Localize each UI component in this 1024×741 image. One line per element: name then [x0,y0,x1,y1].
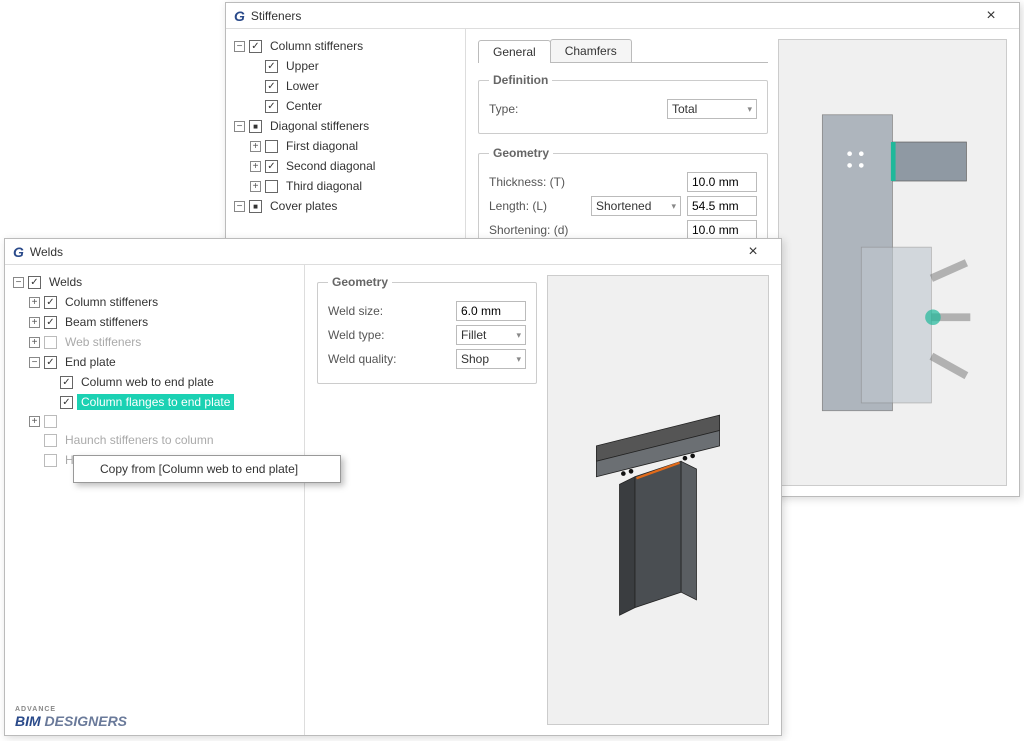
checkbox[interactable] [44,356,57,369]
checkbox[interactable] [28,276,41,289]
checkbox-disabled [44,434,57,447]
expand-icon[interactable]: + [29,416,40,427]
length-label: Length: (L) [489,199,585,213]
weld-geometry-legend: Geometry [328,275,392,289]
welds-tree: − Welds + Column stiffeners + Beam stiffen… [5,265,305,735]
welds-title: Welds [30,245,733,259]
tab-general[interactable]: General [478,40,551,63]
definition-legend: Definition [489,73,552,87]
weld-size-label: Weld size: [328,304,450,318]
welds-window: G Welds × − Welds + Column stiffeners + Be… [4,238,782,736]
expand-icon[interactable]: + [250,141,261,152]
checkbox-disabled [44,454,57,467]
type-label: Type: [489,102,661,116]
shortening-input[interactable] [687,220,757,240]
checkbox[interactable] [44,316,57,329]
checkbox[interactable] [265,100,278,113]
tree-item-end-plate[interactable]: End plate [61,354,120,370]
checkbox-disabled [44,415,57,428]
weld-type-select[interactable]: Fillet [456,325,526,345]
welds-preview[interactable] [547,275,769,725]
checkbox[interactable] [44,296,57,309]
tab-chamfers[interactable]: Chamfers [550,39,632,62]
tree-item-blank [61,421,69,423]
tree-item-column-stiffeners[interactable]: Column stiffeners [266,38,367,54]
expand-icon[interactable]: + [29,297,40,308]
checkbox[interactable] [265,60,278,73]
thickness-input[interactable] [687,172,757,192]
preview-3d-icon [581,343,735,657]
tree-item-cover-plates[interactable]: Cover plates [266,198,341,214]
stiffeners-title: Stiffeners [251,9,971,23]
close-icon[interactable]: × [971,7,1011,25]
context-menu: Copy from [Column web to end plate] [73,455,341,483]
tree-item-col-flanges-to-end-plate[interactable]: Column flanges to end plate [77,394,234,410]
brand-logo: ADVANCE BIM DESIGNERS [15,706,127,729]
checkbox[interactable] [60,396,73,409]
checkbox[interactable] [265,140,278,153]
checkbox[interactable] [265,180,278,193]
tree-item-col-web-to-end-plate[interactable]: Column web to end plate [77,374,218,390]
welds-right-pane: Geometry Weld size: Weld type: Fillet We… [305,265,781,735]
collapse-icon[interactable]: − [13,277,24,288]
weld-quality-label: Weld quality: [328,352,450,366]
welds-titlebar: G Welds × [5,239,781,265]
weld-quality-select[interactable]: Shop [456,349,526,369]
preview-3d-icon [813,107,972,419]
tree-item-web-stiffeners: Web stiffeners [61,334,145,350]
weld-type-label: Weld type: [328,328,450,342]
tree-item-beam-stiffeners[interactable]: Beam stiffeners [61,314,152,330]
weld-geometry-group: Geometry Weld size: Weld type: Fillet We… [317,275,537,384]
expand-icon[interactable]: + [250,181,261,192]
expand-icon[interactable]: + [29,317,40,328]
tree-item-third-diagonal[interactable]: Third diagonal [282,178,366,194]
shortening-label: Shortening: (d) [489,223,681,237]
collapse-icon[interactable]: − [29,357,40,368]
collapse-icon[interactable]: − [234,41,245,52]
app-icon: G [13,244,24,260]
thickness-label: Thickness: (T) [489,175,681,189]
stiffeners-titlebar: G Stiffeners × [226,3,1019,29]
tree-item-first-diagonal[interactable]: First diagonal [282,138,362,154]
weld-size-input[interactable] [456,301,526,321]
checkbox[interactable] [265,80,278,93]
tree-item-column-stiffeners[interactable]: Column stiffeners [61,294,162,310]
app-icon: G [234,8,245,24]
definition-group: Definition Type: Total [478,73,768,134]
tree-item-center[interactable]: Center [282,98,326,114]
length-input[interactable] [687,196,757,216]
tree-item-diagonal-stiffeners[interactable]: Diagonal stiffeners [266,118,373,134]
tree-item-lower[interactable]: Lower [282,78,323,94]
type-select[interactable]: Total [667,99,757,119]
checkbox-mixed[interactable] [249,120,262,133]
stiffeners-preview[interactable] [778,39,1007,486]
geometry-legend: Geometry [489,146,553,160]
checkbox[interactable] [60,376,73,389]
stiffeners-tabs: General Chamfers [478,39,768,63]
expand-icon[interactable]: + [250,161,261,172]
tree-item-welds[interactable]: Welds [45,274,86,290]
collapse-icon[interactable]: − [234,201,245,212]
expand-icon[interactable]: + [29,337,40,348]
tree-item-upper[interactable]: Upper [282,58,323,74]
checkbox[interactable] [249,40,262,53]
collapse-icon[interactable]: − [234,121,245,132]
length-mode-select[interactable]: Shortened [591,196,681,216]
checkbox-mixed[interactable] [249,200,262,213]
checkbox-disabled [44,336,57,349]
close-icon[interactable]: × [733,243,773,261]
tree-item-second-diagonal[interactable]: Second diagonal [282,158,379,174]
checkbox[interactable] [265,160,278,173]
tree-item-haunch-col: Haunch stiffeners to column [61,432,218,448]
context-menu-copy-from[interactable]: Copy from [Column web to end plate] [76,458,338,480]
